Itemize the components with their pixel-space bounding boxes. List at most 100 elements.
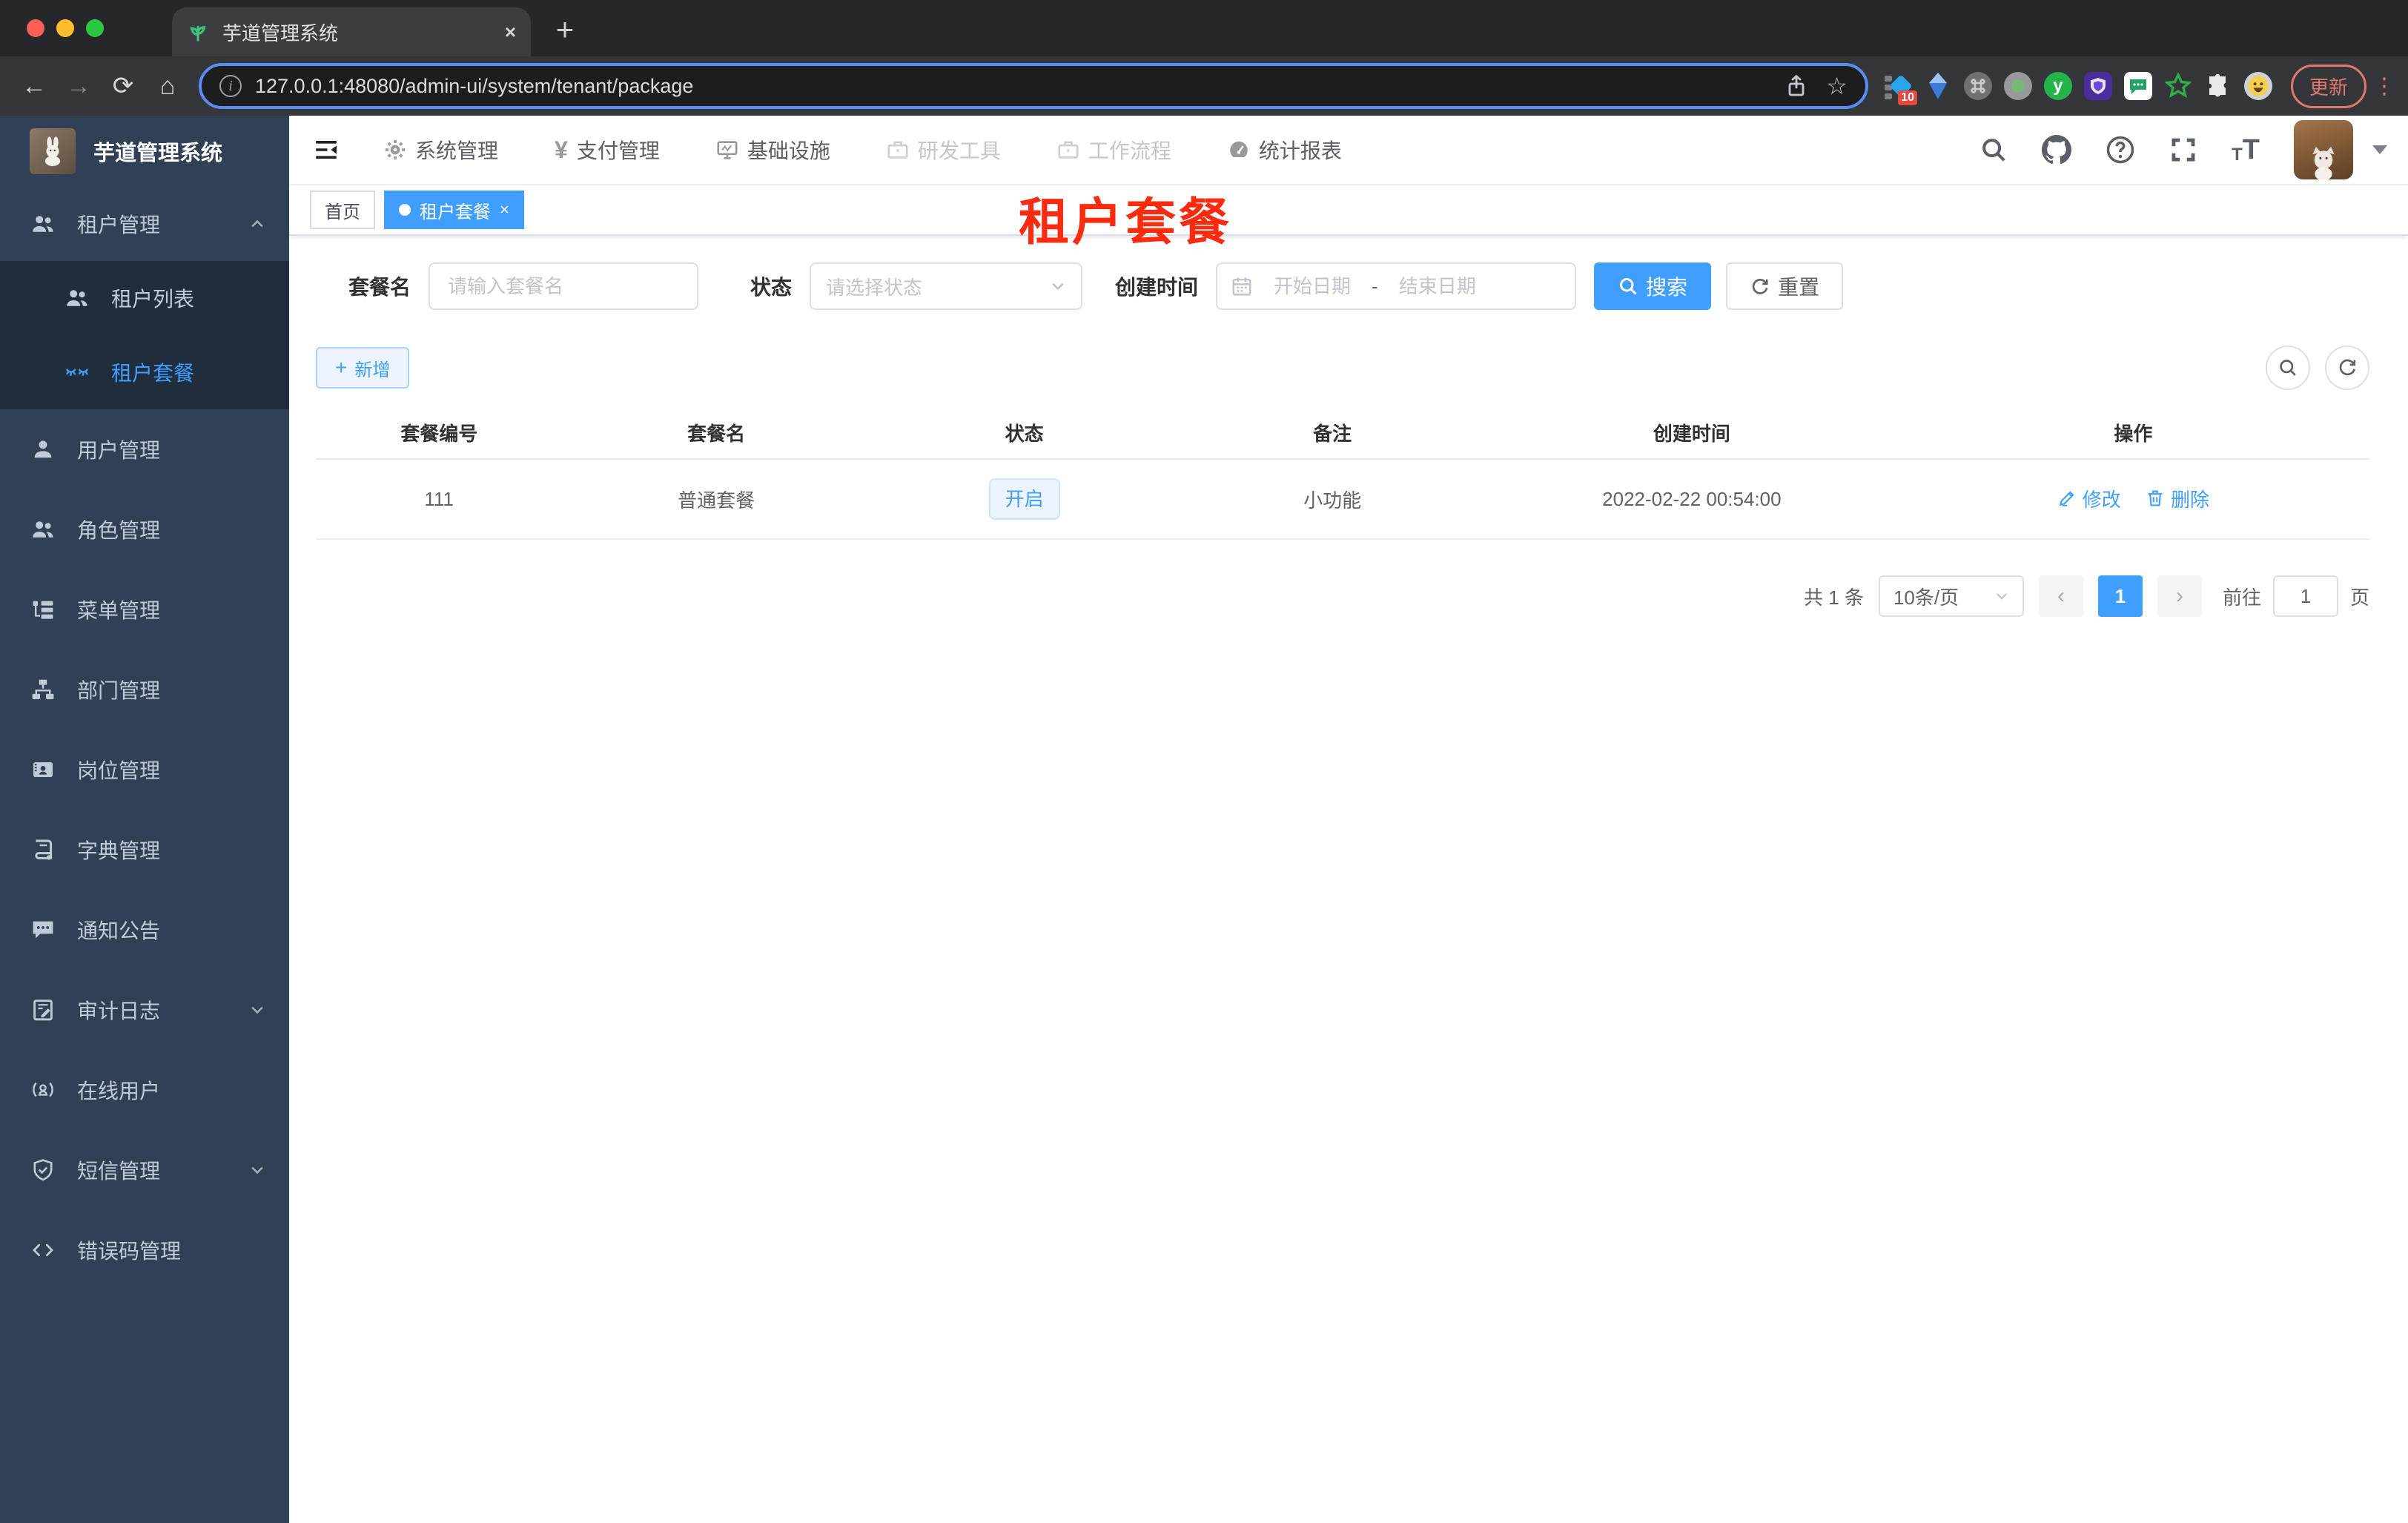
minimize-window-button[interactable]	[56, 19, 74, 37]
monitor-icon	[716, 139, 738, 161]
sidebar-item-tenant-list[interactable]: 租户列表	[0, 261, 289, 335]
col-header-created: 创建时间	[1653, 422, 1730, 445]
extension-emoji-icon[interactable]	[2243, 71, 2273, 101]
extension-drop-icon[interactable]	[1923, 71, 1953, 101]
sidebar-item-error-code[interactable]: 错误码管理	[0, 1210, 289, 1290]
url-text: 127.0.0.1:48080/admin-ui/system/tenant/p…	[255, 74, 694, 97]
goto-label: 前往	[2222, 586, 2261, 609]
tags-view-bar: 首页 租户套餐 ×	[289, 185, 2408, 236]
bookmark-star-icon[interactable]: ☆	[1826, 72, 1848, 100]
chevron-down-icon	[249, 1162, 265, 1178]
prev-page-button[interactable]: ‹	[2038, 575, 2083, 617]
sidebar-item-notice[interactable]: 通知公告	[0, 890, 289, 970]
browser-update-button[interactable]: 更新	[2290, 64, 2366, 108]
pencil-icon	[2059, 491, 2074, 506]
sidebar-item-dict-management[interactable]: 字典管理	[0, 810, 289, 890]
extension-star-icon[interactable]	[2163, 71, 2193, 101]
sidebar-toggle-icon[interactable]	[289, 116, 363, 184]
cell-created-at: 2022-02-22 00:54:00	[1602, 487, 1782, 510]
search-icon[interactable]	[1979, 136, 2008, 164]
goto-page-input[interactable]	[2272, 575, 2338, 617]
sidebar-item-tenant-package[interactable]: 租户套餐	[0, 335, 289, 409]
maximize-window-button[interactable]	[86, 19, 104, 37]
chevron-down-icon	[1050, 278, 1066, 294]
app-frame: 芋道管理系统 租户管理 租户列表 租户套餐 用户管理 角色管理 菜单管理 部门管…	[0, 116, 2408, 1523]
badge-icon	[31, 758, 55, 782]
browser-menu-icon[interactable]: ⋮	[2372, 73, 2396, 99]
forward-button[interactable]: →	[56, 64, 101, 108]
extension-record-icon[interactable]	[2003, 71, 2033, 101]
sidebar-item-role-management[interactable]: 角色管理	[0, 489, 289, 569]
tag-close-icon[interactable]: ×	[500, 200, 509, 219]
sidebar-item-user-management[interactable]: 用户管理	[0, 409, 289, 489]
top-menu-reports[interactable]: 统计报表	[1228, 135, 1342, 165]
back-button[interactable]: ←	[12, 64, 56, 108]
edit-link[interactable]: 修改	[2057, 485, 2121, 512]
next-page-button[interactable]: ›	[2157, 575, 2202, 617]
user-avatar[interactable]	[2294, 120, 2353, 179]
briefcase-icon	[1057, 139, 1079, 161]
chevron-up-icon	[249, 216, 265, 232]
toggle-search-button[interactable]	[2266, 346, 2310, 390]
closed-eyes-icon	[65, 360, 89, 385]
site-info-icon[interactable]: i	[219, 75, 242, 97]
tag-home[interactable]: 首页	[310, 191, 375, 229]
cell-package-name: 普通套餐	[678, 489, 755, 512]
top-menu-system[interactable]: 系统管理	[384, 135, 498, 165]
new-tab-button[interactable]: +	[543, 7, 587, 52]
package-name-input[interactable]	[429, 262, 699, 310]
top-menu-workflow[interactable]: 工作流程	[1057, 135, 1171, 165]
fullscreen-icon[interactable]	[2169, 136, 2197, 164]
reset-button[interactable]: 重置	[1726, 262, 1844, 310]
sidebar-item-audit-log[interactable]: 审计日志	[0, 970, 289, 1050]
extension-puzzle-icon[interactable]	[2203, 71, 2233, 101]
status-select[interactable]: 请选择状态	[810, 262, 1083, 310]
tree-table-icon	[31, 598, 55, 621]
close-window-button[interactable]	[27, 19, 44, 37]
home-button[interactable]: ⌂	[145, 64, 190, 108]
url-bar[interactable]: i 127.0.0.1:48080/admin-ui/system/tenant…	[199, 63, 1868, 109]
sidebar-item-dept-management[interactable]: 部门管理	[0, 650, 289, 730]
extension-y-icon[interactable]: y	[2043, 71, 2073, 101]
browser-toolbar: ← → ⟳ ⌂ i 127.0.0.1:48080/admin-ui/syste…	[0, 56, 2408, 116]
tab-close-icon[interactable]: ×	[505, 21, 516, 44]
top-menu-dev-tools[interactable]: 研发工具	[887, 135, 1001, 165]
font-size-icon[interactable]: TT	[2232, 136, 2260, 164]
help-icon[interactable]	[2106, 135, 2135, 165]
delete-link[interactable]: 删除	[2146, 485, 2209, 512]
browser-tab[interactable]: 芋道管理系统 ×	[172, 7, 531, 56]
gear-icon	[384, 139, 406, 161]
top-menu-payment[interactable]: ¥ 支付管理	[555, 135, 660, 165]
github-icon[interactable]	[2042, 135, 2072, 165]
date-range-picker[interactable]: -	[1216, 262, 1577, 310]
sidebar-item-tenant-management[interactable]: 租户管理	[0, 187, 289, 261]
cell-remark: 小功能	[1303, 489, 1362, 512]
end-date-input[interactable]	[1383, 274, 1491, 298]
extension-shield-icon[interactable]	[2083, 71, 2113, 101]
add-button[interactable]: + 新增	[316, 347, 410, 389]
tag-tenant-package[interactable]: 租户套餐 ×	[384, 191, 524, 229]
refresh-table-button[interactable]	[2325, 346, 2369, 390]
trash-icon	[2148, 490, 2163, 506]
peoples-icon	[65, 286, 89, 310]
search-button[interactable]: 搜索	[1594, 262, 1712, 310]
reload-button[interactable]: ⟳	[101, 64, 145, 108]
sidebar-item-sms-management[interactable]: 短信管理	[0, 1130, 289, 1210]
pagination-goto: 前往 页	[2223, 575, 2369, 617]
start-date-input[interactable]	[1259, 274, 1366, 298]
sidebar-item-menu-management[interactable]: 菜单管理	[0, 569, 289, 650]
share-icon[interactable]	[1784, 74, 1808, 98]
extension-command-icon[interactable]	[1963, 71, 1993, 101]
extension-chat-icon[interactable]	[2123, 71, 2153, 101]
screen: 芋道管理系统 × + ← → ⟳ ⌂ i 127.0.0.1:48080/adm…	[0, 0, 2408, 1523]
sidebar-item-online-users[interactable]: 在线用户	[0, 1050, 289, 1130]
sidebar-item-post-management[interactable]: 岗位管理	[0, 730, 289, 810]
page-number-1[interactable]: 1	[2097, 575, 2143, 617]
app-navbar: 系统管理 ¥ 支付管理 基础设施 研发工具 工作流程 统计报表 T T	[289, 116, 2408, 185]
top-menu-infrastructure[interactable]: 基础设施	[716, 135, 830, 165]
extensions-tray: 10 y	[1877, 71, 2279, 105]
extension-tabs-icon[interactable]: 10	[1883, 71, 1917, 105]
page-size-select[interactable]: 10条/页	[1878, 575, 2024, 617]
main-panel: 系统管理 ¥ 支付管理 基础设施 研发工具 工作流程 统计报表 T T 首页 租…	[289, 116, 2408, 1523]
sidebar-logo[interactable]: 芋道管理系统	[0, 116, 289, 187]
